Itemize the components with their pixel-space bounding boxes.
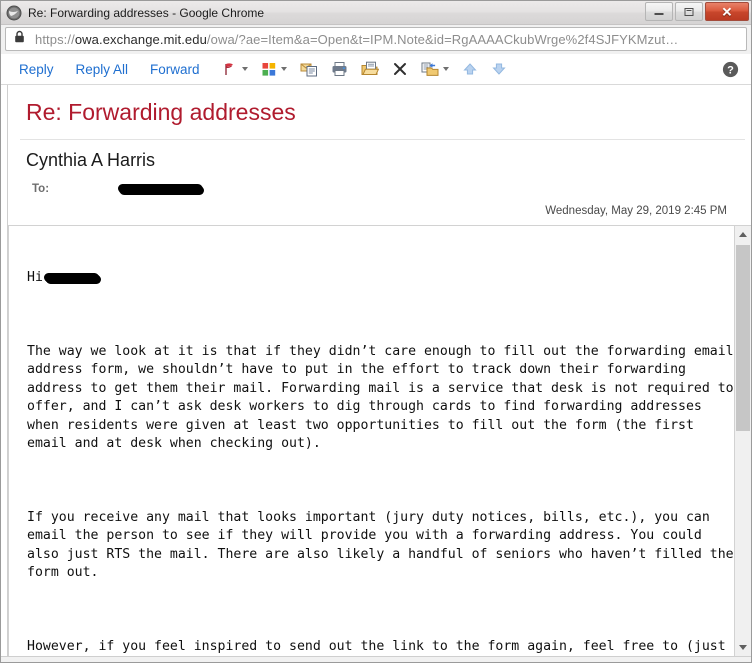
mark-unread-button[interactable] [300,61,318,77]
previous-item-icon [462,61,478,77]
left-rail [1,85,8,656]
message-pane: Re: Forwarding addresses Cynthia A Harri… [1,85,751,656]
to-label: To: [32,183,50,196]
message-body: Hi The way we look at it is that if they… [8,224,734,656]
body-text: Hi The way we look at it is that if they… [27,232,734,656]
message-sender: Cynthia A Harris [26,150,156,171]
window-title: Re: Forwarding addresses - Google Chrome [28,5,265,20]
close-button[interactable]: ✕ [705,2,749,21]
delete-icon [392,61,408,77]
omnibox-bar: https://owa.exchange.mit.edu/owa/?ae=Ite… [1,25,751,54]
categorize-button[interactable] [261,61,287,77]
open-folder-button[interactable] [361,61,379,77]
lock-icon [14,30,25,48]
to-row: To: [8,172,751,196]
reply-button[interactable]: Reply [19,62,54,77]
url-text: https://owa.exchange.mit.edu/owa/?ae=Ite… [35,31,679,47]
message-column: Re: Forwarding addresses Cynthia A Harri… [8,85,751,656]
body-scrollbar[interactable] [734,224,751,656]
chevron-down-icon [280,67,287,71]
previous-item-button[interactable] [462,61,478,77]
chevron-down-icon [442,67,449,71]
reply-all-button[interactable]: Reply All [76,62,129,77]
to-recipient-redacted [120,184,203,194]
greeting-text: Hi [27,269,43,285]
body-paragraph-1: The way we look at it is that if they di… [27,343,734,452]
browser-window: Re: Forwarding addresses - Google Chrome… [0,0,752,663]
svg-text:?: ? [727,64,734,76]
minimize-button[interactable] [645,2,673,21]
mark-unread-icon [300,61,318,77]
body-paragraph-2: If you receive any mail that looks impor… [27,509,734,581]
greeting-name-redacted [44,273,100,283]
scrollbar-track[interactable] [735,242,751,639]
move-to-folder-button[interactable] [421,61,449,77]
flag-icon [222,61,238,77]
greeting-line: Hi [27,269,734,288]
forward-button[interactable]: Forward [150,62,200,77]
open-folder-icon [361,61,379,77]
categorize-icon [261,61,277,77]
title-bar[interactable]: Re: Forwarding addresses - Google Chrome… [1,1,751,25]
scroll-up-button[interactable] [735,225,751,243]
message-date: Wednesday, May 29, 2019 2:45 PM [545,204,727,217]
next-item-icon [491,61,507,77]
move-to-folder-icon [421,61,439,77]
scrollbar-thumb[interactable] [736,244,750,431]
body-region: Hi The way we look at it is that if they… [8,224,751,656]
scroll-down-arrow-icon [739,644,747,650]
address-bar[interactable]: https://owa.exchange.mit.edu/owa/?ae=Ite… [5,27,747,51]
help-icon: ? [722,61,739,78]
message-subject: Re: Forwarding addresses [26,99,296,125]
print-icon [331,61,348,77]
owa-toolbar: Reply Reply All Forward ? [1,54,751,85]
maximize-icon [684,7,694,16]
bottom-strip [1,656,751,662]
help-button[interactable]: ? [722,61,739,78]
body-paragraph-3: However, if you feel inspired to send ou… [27,638,726,654]
maximize-button[interactable] [675,2,703,21]
url-host: owa.exchange.mit.edu [74,31,207,47]
close-icon: ✕ [721,4,733,19]
owa-page: Reply Reply All Forward ? Re: Forwarding… [1,54,751,662]
print-button[interactable] [331,61,348,77]
minimize-icon [654,12,664,15]
scroll-down-button[interactable] [735,638,751,656]
next-item-button[interactable] [491,61,507,77]
delete-button[interactable] [392,61,408,77]
flag-button[interactable] [222,61,248,77]
chrome-globe-icon [6,5,22,21]
scroll-up-arrow-icon [739,231,747,237]
window-controls: ✕ [643,2,749,22]
chevron-down-icon [241,67,248,71]
